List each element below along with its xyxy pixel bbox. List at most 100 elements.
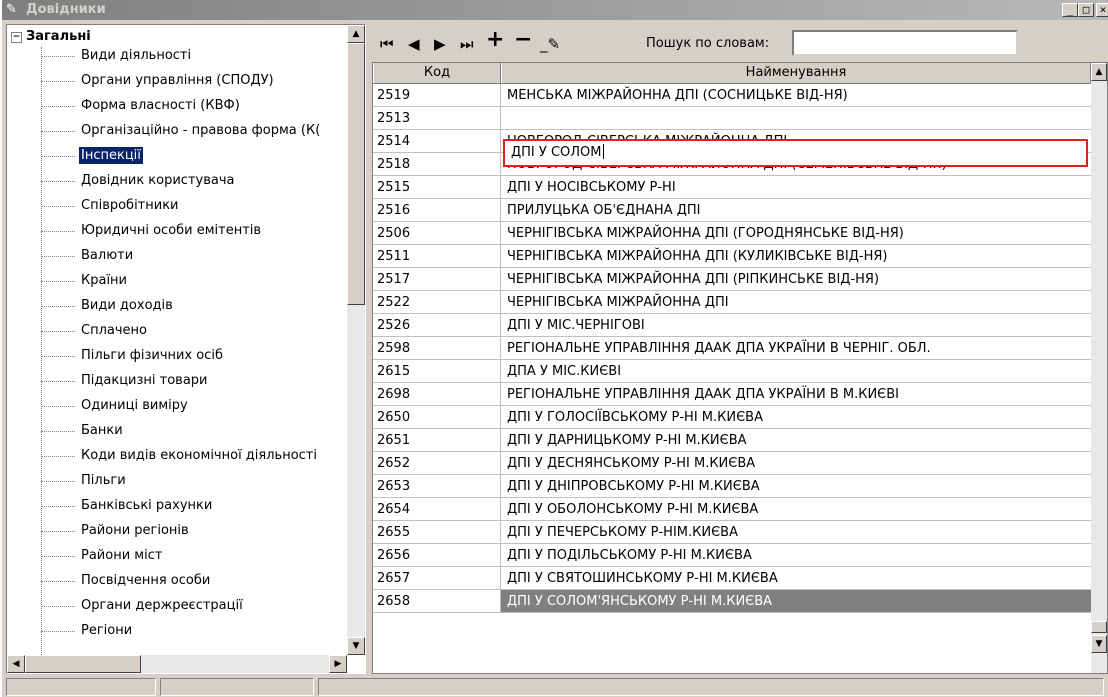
title-bar[interactable]: ✎ Довідники _ □ × [2, 0, 1108, 20]
table-row[interactable]: 2506 ЧЕРНІГІВСЬКА МІЖРАЙОННА ДПІ (ГОРОДНЯ… [373, 222, 1091, 245]
edit-record-icon[interactable]: _✎ [540, 34, 560, 54]
cell-name[interactable] [501, 107, 1091, 129]
tree-item[interactable]: Країни [41, 272, 347, 290]
cell-name[interactable]: ДПІ У СОЛОМ'ЯНСЬКОМУ Р-НІ М.КИЄВА [501, 590, 1091, 612]
table-row[interactable]: 2652 ДПІ У ДЕСНЯНСЬКОМУ Р-НІ М.КИЄВА [373, 452, 1091, 475]
table-row[interactable]: 2526 ДПІ У МІС.ЧЕРНІГОВІ [373, 314, 1091, 337]
cell-name[interactable]: ЧЕРНІГІВСЬКА МІЖРАЙОННА ДПІ (РІПКИНСЬКЕ … [501, 268, 1091, 290]
cell-code[interactable]: 2650 [373, 406, 501, 428]
cell-code[interactable]: 2652 [373, 452, 501, 474]
cell-name[interactable]: ДПІ У ПОДІЛЬСЬКОМУ Р-НІ М.КИЄВА [501, 544, 1091, 566]
table-row[interactable]: 2656 ДПІ У ПОДІЛЬСЬКОМУ Р-НІ М.КИЄВА [373, 544, 1091, 567]
table-row[interactable]: 2515 ДПІ У НОСІВСЬКОМУ Р-НІ [373, 176, 1091, 199]
cell-name[interactable]: ДПІ У ДЕСНЯНСЬКОМУ Р-НІ М.КИЄВА [501, 452, 1091, 474]
grid-vertical-scrollbar[interactable]: ▲ ▼ [1091, 63, 1107, 673]
cell-code[interactable]: 2656 [373, 544, 501, 566]
table-row[interactable]: 2522 ЧЕРНІГІВСЬКА МІЖРАЙОННА ДПІ [373, 291, 1091, 314]
maximize-button[interactable]: □ [1078, 3, 1094, 17]
tree-item[interactable]: Юридичні особи емітентів [41, 222, 347, 240]
minimize-button[interactable]: _ [1062, 3, 1078, 17]
cell-name[interactable]: МЕНСЬКА МІЖРАЙОННА ДПІ (СОСНИЦЬКЕ ВІД-НЯ… [501, 84, 1091, 106]
scroll-right-icon[interactable]: ▶ [329, 655, 347, 673]
cell-code[interactable]: 2657 [373, 567, 501, 589]
cell-code[interactable]: 2513 [373, 107, 501, 129]
cell-name[interactable]: ДПІ У ДАРНИЦЬКОМУ Р-НІ М.КИЄВА [501, 429, 1091, 451]
cell-name[interactable]: ЧЕРНІГІВСЬКА МІЖРАЙОННА ДПІ (КУЛИКІВСЬКЕ… [501, 245, 1091, 267]
tree-vertical-scrollbar[interactable]: ▲ ▼ [347, 25, 365, 655]
cell-code[interactable]: 2654 [373, 498, 501, 520]
cell-code[interactable]: 2517 [373, 268, 501, 290]
table-row[interactable]: 2658 ДПІ У СОЛОМ'ЯНСЬКОМУ Р-НІ М.КИЄВА [373, 590, 1091, 613]
table-row[interactable]: 2654 ДПІ У ОБОЛОНСЬКОМУ Р-НІ М.КИЄВА [373, 498, 1091, 521]
hscroll-thumb[interactable] [25, 655, 141, 673]
tree-item[interactable]: Співробітники [41, 197, 347, 215]
cell-code[interactable]: 2515 [373, 176, 501, 198]
tree-item[interactable]: Сплачено [41, 322, 347, 340]
cell-name[interactable]: ДПІ У ГОЛОСІЇВСЬКОМУ Р-НІ М.КИЄВА [501, 406, 1091, 428]
tree-item[interactable]: Пільги [41, 472, 347, 490]
column-header-code[interactable]: Код [373, 63, 501, 83]
tree-item[interactable]: Довідник користувача [41, 172, 347, 190]
tree-item[interactable]: Коди видів економічної діяльності [41, 447, 347, 465]
cell-code[interactable]: 2506 [373, 222, 501, 244]
table-row[interactable]: 2650 ДПІ У ГОЛОСІЇВСЬКОМУ Р-НІ М.КИЄВА [373, 406, 1091, 429]
tree-item[interactable]: Види діяльності [41, 47, 347, 65]
cell-name[interactable]: ДПІ У СВЯТОШИНСЬКОМУ Р-НІ М.КИЄВА [501, 567, 1091, 589]
cell-code[interactable]: 2518 [373, 153, 501, 175]
cell-name[interactable]: ДПІ У ДНІПРОВСЬКОМУ Р-НІ М.КИЄВА [501, 475, 1091, 497]
cell-code[interactable]: 2598 [373, 337, 501, 359]
cell-code[interactable]: 2514 [373, 130, 501, 152]
cell-name[interactable]: РЕГІОНАЛЬНЕ УПРАВЛІННЯ ДААК ДПА УКРАЇНИ … [501, 337, 1091, 359]
tree-item[interactable]: Райони міст [41, 547, 347, 565]
tree-item[interactable]: Інспекції [41, 146, 347, 165]
close-button[interactable]: × [1096, 3, 1108, 17]
table-row[interactable]: 2511 ЧЕРНІГІВСЬКА МІЖРАЙОННА ДПІ (КУЛИКІВ… [373, 245, 1091, 268]
cell-code[interactable]: 2658 [373, 590, 501, 612]
tree-item[interactable]: Посвідчення особи [41, 572, 347, 590]
grid-scroll-up-icon[interactable]: ▲ [1091, 63, 1107, 81]
tree-item[interactable]: Форма власності (КВФ) [41, 97, 347, 115]
table-row[interactable]: 2516 ПРИЛУЦЬКА ОБ'ЄДНАНА ДПІ [373, 199, 1091, 222]
table-row[interactable]: 2615 ДПА У МІС.КИЄВІ [373, 360, 1091, 383]
cell-code[interactable]: 2526 [373, 314, 501, 336]
tree-item[interactable]: Органи держреєстрації [41, 597, 347, 615]
cell-name[interactable]: ДПІ У ОБОЛОНСЬКОМУ Р-НІ М.КИЄВА [501, 498, 1091, 520]
cell-name[interactable]: ПРИЛУЦЬКА ОБ'ЄДНАНА ДПІ [501, 199, 1091, 221]
tree-item[interactable]: Організаційно - правова форма (К( [41, 122, 347, 140]
scroll-up-icon[interactable]: ▲ [347, 25, 365, 43]
table-row[interactable]: 2653 ДПІ У ДНІПРОВСЬКОМУ Р-НІ М.КИЄВА [373, 475, 1091, 498]
prev-record-icon[interactable]: ◀ [408, 34, 420, 54]
next-record-icon[interactable]: ▶ [434, 34, 446, 54]
table-row[interactable]: 2519 МЕНСЬКА МІЖРАЙОННА ДПІ (СОСНИЦЬКЕ ВІ… [373, 84, 1091, 107]
table-row[interactable]: 2517 ЧЕРНІГІВСЬКА МІЖРАЙОННА ДПІ (РІПКИНС… [373, 268, 1091, 291]
tree-item[interactable]: Валюти [41, 247, 347, 265]
tree-item[interactable]: Підакцизні товари [41, 372, 347, 390]
cell-name[interactable]: ДПІ У ПЕЧЕРСЬКОМУ Р-НІМ.КИЄВА [501, 521, 1091, 543]
add-record-icon[interactable]: + [486, 29, 504, 51]
grid-scroll-thumb[interactable] [1091, 621, 1107, 633]
last-record-icon[interactable]: ⏭ [460, 34, 474, 54]
tree-item[interactable]: Банківські рахунки [41, 497, 347, 515]
tree-item[interactable]: Пільги фізичних осіб [41, 347, 347, 365]
cell-name[interactable]: ДПІ У НОСІВСЬКОМУ Р-НІ [501, 176, 1091, 198]
cell-name[interactable]: ДПА У МІС.КИЄВІ [501, 360, 1091, 382]
tree-item[interactable]: Райони регіонів [41, 522, 347, 540]
cell-name[interactable]: ЧЕРНІГІВСЬКА МІЖРАЙОННА ДПІ (ГОРОДНЯНСЬК… [501, 222, 1091, 244]
scroll-left-icon[interactable]: ◀ [7, 655, 25, 673]
cell-name[interactable]: ДПІ У МІС.ЧЕРНІГОВІ [501, 314, 1091, 336]
collapse-icon[interactable]: − [11, 32, 22, 43]
cell-code[interactable]: 2519 [373, 84, 501, 106]
tree-item[interactable]: Види доходів [41, 297, 347, 315]
table-row[interactable]: 2651 ДПІ У ДАРНИЦЬКОМУ Р-НІ М.КИЄВА [373, 429, 1091, 452]
scroll-down-icon[interactable]: ▼ [347, 637, 365, 655]
cell-code[interactable]: 2615 [373, 360, 501, 382]
cell-code[interactable]: 2511 [373, 245, 501, 267]
delete-record-icon[interactable]: − [514, 29, 532, 51]
table-row[interactable]: 2598 РЕГІОНАЛЬНЕ УПРАВЛІННЯ ДААК ДПА УКРА… [373, 337, 1091, 360]
cell-name[interactable]: РЕГІОНАЛЬНЕ УПРАВЛІННЯ ДААК ДПА УКРАЇНИ … [501, 383, 1091, 405]
cell-code[interactable]: 2655 [373, 521, 501, 543]
tree-item[interactable]: Одиниці виміру [41, 397, 347, 415]
tree-item[interactable]: Регіони [41, 622, 347, 640]
cell-code[interactable]: 2651 [373, 429, 501, 451]
table-row[interactable]: 2698 РЕГІОНАЛЬНЕ УПРАВЛІННЯ ДААК ДПА УКРА… [373, 383, 1091, 406]
